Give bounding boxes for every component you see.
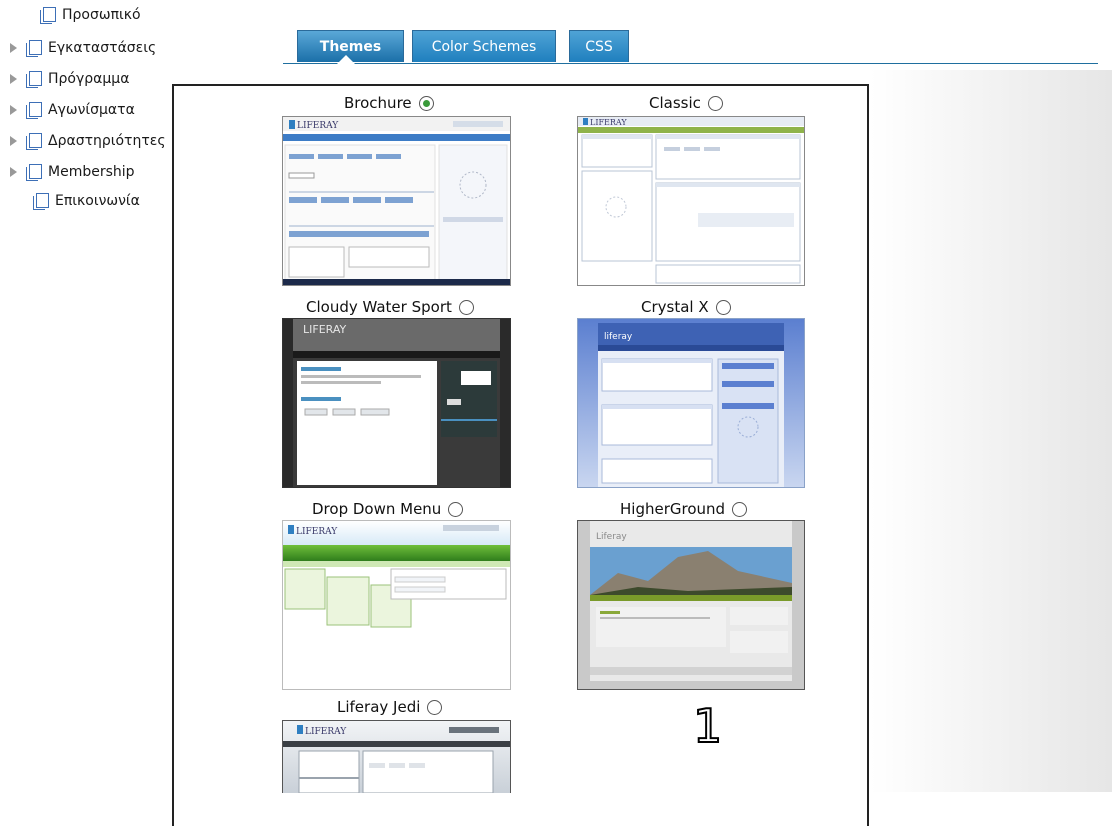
page-icon <box>26 133 46 150</box>
tree-item-events[interactable]: Αγωνίσματα <box>10 99 135 121</box>
tab-css[interactable]: CSS <box>569 30 629 62</box>
theme-title-brochure: Brochure <box>344 94 434 112</box>
theme-radio-higherground[interactable] <box>732 501 748 517</box>
expand-arrow-icon[interactable] <box>10 136 17 146</box>
page-icon <box>26 40 46 57</box>
thumb-brand: LIFERAY <box>296 527 338 537</box>
tree-item-activities[interactable]: Δραστηριότητες <box>10 130 166 152</box>
tree-item-label: Επικοινωνία <box>55 193 140 209</box>
right-background <box>870 70 1112 792</box>
themes-panel: Brochure LIFERAY Classic LIFERAY Cloudy … <box>172 84 869 826</box>
annotation-number: 1 <box>692 699 723 753</box>
tree-item-label: Membership <box>48 164 135 180</box>
theme-name: Drop Down Menu <box>312 500 442 518</box>
theme-thumbnail-higherground[interactable]: Liferay <box>577 520 805 690</box>
tree-item-label: Εγκαταστάσεις <box>48 40 157 56</box>
theme-name: Classic <box>649 94 701 112</box>
theme-radio-brochure[interactable] <box>418 95 434 111</box>
theme-title-drop-down-menu: Drop Down Menu <box>312 500 464 518</box>
theme-radio-liferay-jedi[interactable] <box>427 699 443 715</box>
tab-divider <box>283 63 1098 64</box>
theme-title-classic: Classic <box>649 94 723 112</box>
theme-thumbnail-cloudy-water-sport[interactable]: LIFERAY <box>282 318 511 488</box>
thumb-brand: liferay <box>604 332 633 342</box>
expand-arrow-icon[interactable] <box>10 167 17 177</box>
tree-item-facilities[interactable]: Εγκαταστάσεις <box>10 37 156 59</box>
page-icon <box>26 102 46 119</box>
theme-radio-drop-down-menu[interactable] <box>448 501 464 517</box>
tree-item-personnel[interactable]: Προσωπικό <box>40 4 141 26</box>
theme-title-crystal-x: Crystal X <box>641 298 731 316</box>
theme-name: Cloudy Water Sport <box>306 298 452 316</box>
tree-item-label: Δραστηριότητες <box>48 133 166 149</box>
active-tab-pointer-icon <box>337 55 355 64</box>
theme-thumbnail-crystal-x[interactable]: liferay <box>577 318 805 488</box>
tree-item-label: Αγωνίσματα <box>48 102 135 118</box>
theme-title-liferay-jedi: Liferay Jedi <box>337 698 443 716</box>
theme-radio-crystal-x[interactable] <box>715 299 731 315</box>
tree-item-membership[interactable]: Membership <box>10 161 135 183</box>
theme-title-higherground: HigherGround <box>620 500 748 518</box>
page-icon <box>33 193 53 210</box>
theme-name: HigherGround <box>620 500 726 518</box>
thumb-brand: LIFERAY <box>590 118 627 127</box>
tree-item-program[interactable]: Πρόγραμμα <box>10 68 129 90</box>
theme-radio-classic[interactable] <box>707 95 723 111</box>
theme-thumbnail-liferay-jedi[interactable]: LIFERAY <box>282 720 511 793</box>
expand-arrow-icon[interactable] <box>10 105 17 115</box>
expand-arrow-icon[interactable] <box>10 74 17 84</box>
page-icon <box>26 71 46 88</box>
expand-arrow-icon[interactable] <box>10 43 17 53</box>
theme-radio-cloudy-water-sport[interactable] <box>458 299 474 315</box>
theme-title-cloudy-water-sport: Cloudy Water Sport <box>306 298 474 316</box>
page-icon <box>26 164 46 181</box>
theme-thumbnail-drop-down-menu[interactable]: LIFERAY <box>282 520 511 690</box>
thumb-brand: Liferay <box>596 532 627 542</box>
thumb-brand: LIFERAY <box>303 323 347 336</box>
theme-thumbnail-classic[interactable]: LIFERAY <box>577 116 805 286</box>
theme-thumbnail-brochure[interactable]: LIFERAY <box>282 116 511 286</box>
tree-item-label: Πρόγραμμα <box>48 71 130 87</box>
tab-color-schemes[interactable]: Color Schemes <box>412 30 556 62</box>
theme-name: Liferay Jedi <box>337 698 421 716</box>
theme-name: Brochure <box>344 94 412 112</box>
page-icon <box>40 7 60 24</box>
tree-item-contact[interactable]: Επικοινωνία <box>33 190 140 212</box>
theme-name: Crystal X <box>641 298 709 316</box>
thumb-brand: LIFERAY <box>305 727 347 737</box>
thumb-brand: LIFERAY <box>297 121 339 131</box>
tree-item-label: Προσωπικό <box>62 7 141 23</box>
